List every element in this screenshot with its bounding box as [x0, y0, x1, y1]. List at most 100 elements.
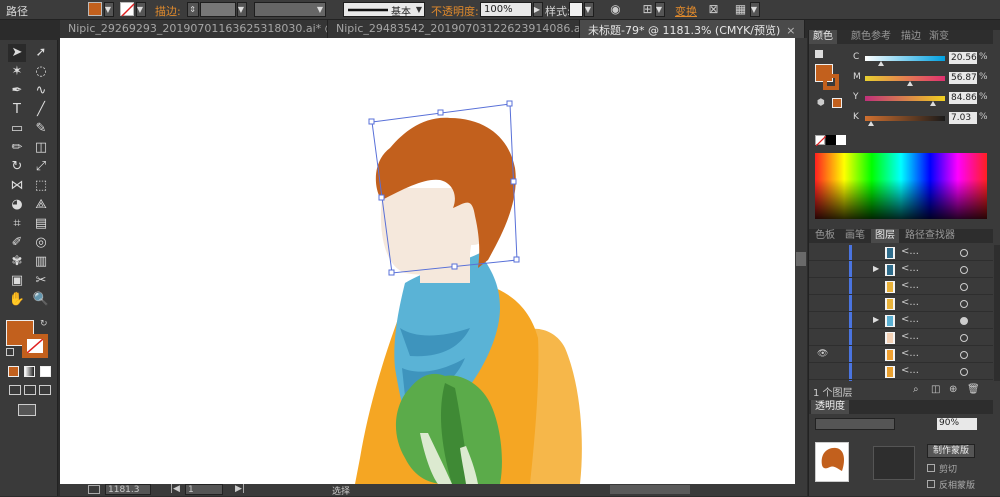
transform-link[interactable]: 变换 [675, 3, 697, 19]
layer-row[interactable]: 👁 <... [809, 347, 993, 363]
scale-icon[interactable]: ⤢ [32, 158, 50, 176]
column-graph-icon[interactable]: ▥ [32, 253, 50, 271]
target-icon[interactable] [960, 368, 968, 376]
arrange-icon[interactable]: ▦ [733, 2, 748, 17]
target-icon[interactable] [960, 283, 968, 291]
channel-value-field[interactable]: 7.03 [949, 112, 977, 124]
cmyk-slider-m[interactable]: M 56.87% [853, 72, 993, 86]
layer-row[interactable]: <... [809, 296, 993, 312]
tab-color-guide[interactable]: 颜色参考 [847, 30, 895, 44]
swap-fill-stroke-icon[interactable]: ↻ [40, 319, 48, 329]
layer-row[interactable]: <... [809, 330, 993, 346]
color-mode-icon[interactable] [8, 366, 19, 377]
locate-object-icon[interactable]: ⌕ [913, 384, 919, 395]
default-colors-icon[interactable] [6, 348, 14, 356]
stroke-swatch[interactable] [120, 2, 135, 17]
magic-wand-icon[interactable]: ✶ [8, 63, 26, 81]
zoom-icon[interactable]: 🔍 [32, 291, 50, 309]
cmyk-slider-c[interactable]: C 20.56% [853, 52, 993, 66]
layer-row[interactable]: <... [809, 279, 993, 295]
stroke-color-box[interactable] [22, 334, 48, 358]
tab-stroke[interactable]: 描边 [897, 30, 925, 44]
channel-value-field[interactable]: 84.86 [949, 92, 977, 104]
graphic-style-swatch[interactable] [569, 2, 583, 17]
gradient-mode-icon[interactable] [24, 366, 35, 377]
pen-icon[interactable]: ✒ [8, 82, 26, 100]
black-swatch[interactable] [826, 135, 836, 145]
expand-icon[interactable]: ▶ [873, 264, 879, 273]
tab-gradient[interactable]: 渐变 [925, 30, 953, 44]
rotate-icon[interactable]: ↻ [8, 158, 26, 176]
layer-row[interactable]: ▶ <... [809, 262, 993, 278]
target-icon[interactable] [960, 300, 968, 308]
tab-document-1[interactable]: Nipic_29269293_20190701163625318030.ai* … [60, 20, 328, 38]
first-artboard-icon[interactable]: |◀ [170, 484, 180, 494]
tab-document-3[interactable]: 未标题-79* @ 1181.3% (CMYK/预览) × [580, 20, 805, 38]
zoom-field[interactable]: 1181.3 [105, 484, 151, 495]
recolor-artwork-icon[interactable]: ◉ [608, 2, 623, 17]
hand-icon[interactable]: ✋ [8, 291, 26, 309]
eraser-icon[interactable]: ◫ [32, 139, 50, 157]
tab-pathfinder[interactable]: 路径查找器 [901, 229, 959, 243]
free-transform-icon[interactable]: ⬚ [32, 177, 50, 195]
layer-row[interactable]: <... [809, 364, 993, 380]
blend-mode-dropdown[interactable] [815, 418, 895, 430]
target-icon[interactable] [960, 351, 968, 359]
curvature-icon[interactable]: ∿ [32, 82, 50, 100]
line-icon[interactable]: ╱ [32, 101, 50, 119]
arrange-dropdown[interactable]: ▼ [750, 2, 760, 17]
slider-knob[interactable] [930, 101, 936, 106]
clip-checkbox[interactable] [927, 464, 935, 472]
tab-brushes[interactable]: 画笔 [841, 229, 869, 243]
type-icon[interactable]: T [8, 101, 26, 119]
clipping-mask-icon[interactable]: ◫ [931, 384, 940, 395]
direct-selection-icon[interactable]: ➚ [32, 44, 50, 62]
stroke-weight-dropdown[interactable]: ▼ [237, 2, 247, 17]
pencil-icon[interactable]: ✏ [8, 139, 26, 157]
brush-definition-dropdown[interactable]: 基本 ▼ [343, 2, 425, 18]
draw-normal-icon[interactable] [9, 385, 21, 395]
layer-row[interactable]: ▶ <... [809, 313, 993, 329]
white-swatch[interactable] [836, 135, 846, 145]
layers-scrollbar[interactable] [994, 245, 1000, 381]
isolate-icon[interactable]: ⊠ [706, 2, 721, 17]
color-spectrum[interactable] [815, 153, 987, 219]
target-icon[interactable] [960, 266, 968, 274]
cmyk-slider-k[interactable]: K 7.03% [853, 112, 993, 126]
align-icon[interactable]: ⊞ [640, 2, 655, 17]
close-icon[interactable]: × [786, 24, 795, 37]
vertical-scrollbar[interactable] [795, 38, 807, 484]
channel-value-field[interactable]: 56.87 [949, 72, 977, 84]
width-icon[interactable]: ⋈ [8, 177, 26, 195]
target-icon[interactable] [960, 249, 968, 257]
slider-knob[interactable] [907, 81, 913, 86]
stroke-color-box[interactable] [823, 74, 839, 90]
none-mode-icon[interactable] [40, 366, 51, 377]
transparency-opacity-field[interactable]: 90% [937, 418, 977, 430]
delete-layer-icon[interactable]: 🗑 [967, 384, 980, 395]
fill-dropdown[interactable]: ▼ [104, 2, 114, 17]
rectangle-icon[interactable]: ▭ [8, 120, 26, 138]
draw-behind-icon[interactable] [24, 385, 36, 395]
eyedropper-icon[interactable]: ✐ [8, 234, 26, 252]
shape-builder-icon[interactable]: ◕ [8, 196, 26, 214]
invert-mask-checkbox[interactable] [927, 480, 935, 488]
eye-icon[interactable]: 👁 [817, 349, 828, 359]
cube-icon[interactable]: ⬢ [817, 98, 825, 108]
channel-value-field[interactable]: 20.56 [949, 52, 977, 64]
tab-color[interactable]: 颜色 [809, 30, 837, 44]
opacity-label[interactable]: 不透明度: [431, 3, 479, 19]
target-icon[interactable] [960, 317, 968, 325]
slider-knob[interactable] [878, 61, 884, 66]
slice-icon[interactable]: ✂ [32, 272, 50, 290]
artboard-icon[interactable]: ▣ [8, 272, 26, 290]
stroke-dropdown[interactable]: ▼ [136, 2, 146, 17]
horizontal-scroll-thumb[interactable] [610, 485, 690, 494]
stroke-weight-field[interactable] [200, 2, 236, 17]
draw-inside-icon[interactable] [39, 385, 51, 395]
expand-icon[interactable]: ▶ [873, 315, 879, 324]
fill-swatch[interactable] [88, 2, 102, 16]
stroke-label[interactable]: 描边: [155, 3, 181, 19]
artboard-number-field[interactable]: 1 [185, 484, 223, 495]
mesh-icon[interactable]: ⌗ [8, 215, 26, 233]
